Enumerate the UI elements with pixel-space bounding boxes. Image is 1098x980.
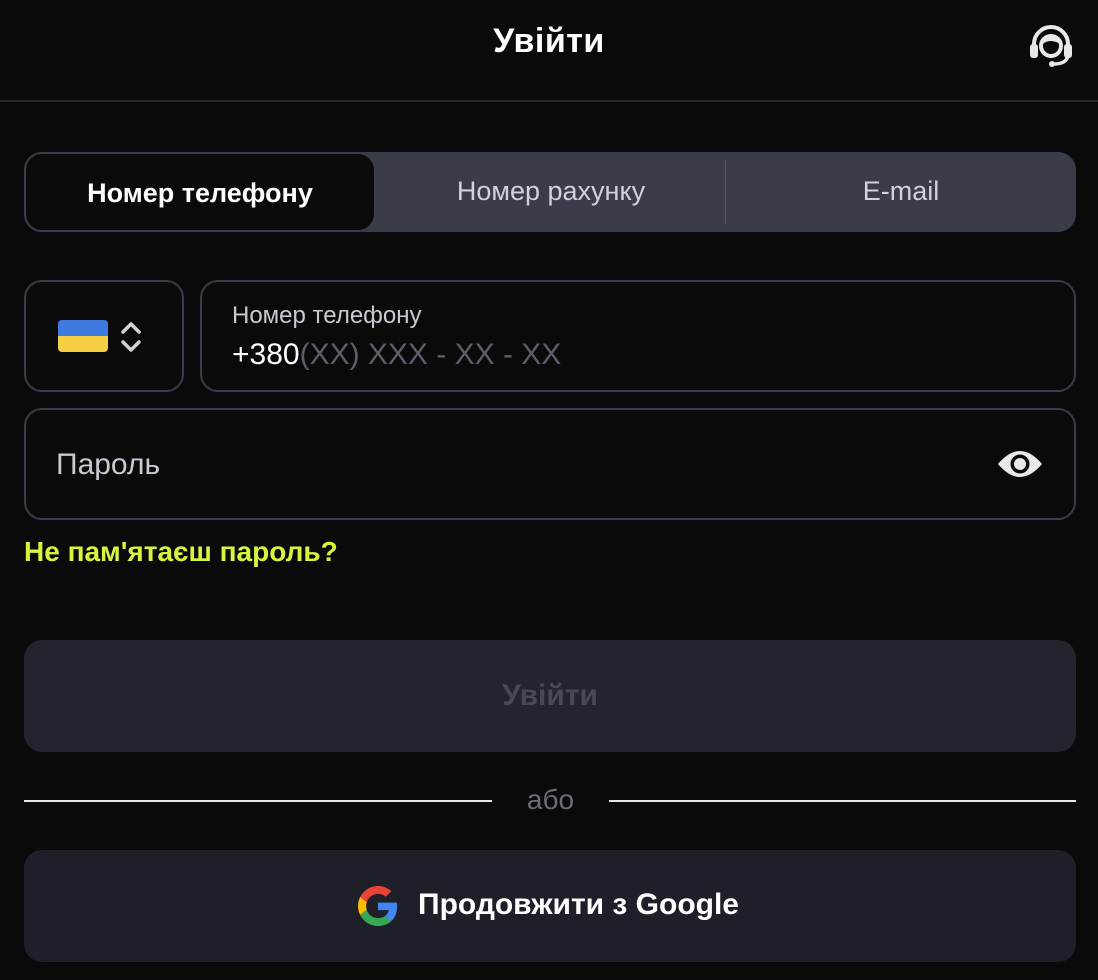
separator-line-left (24, 800, 492, 802)
chevron-up-down-icon (121, 322, 141, 352)
google-login-button[interactable]: Продовжити з Google (24, 850, 1076, 962)
eye-icon (998, 451, 1042, 477)
phone-mask-placeholder: (XX) XXX - XX - XX (299, 338, 562, 371)
phone-input[interactable]: Номер телефону +380(XX) XXX - XX - XX (200, 280, 1076, 392)
forgot-password-link[interactable]: Не пам'ятаєш пароль? (24, 536, 338, 568)
password-input[interactable]: Пароль (24, 408, 1076, 520)
tab-email[interactable]: E-mail (726, 152, 1076, 232)
separator-line-right (609, 800, 1076, 802)
ukraine-flag-icon (58, 320, 108, 352)
page-title: Увійти (493, 22, 605, 60)
password-placeholder: Пароль (56, 448, 161, 481)
phone-prefix: +380 (232, 338, 300, 371)
login-button[interactable]: Увійти (24, 640, 1076, 752)
show-password-button[interactable] (996, 446, 1044, 482)
country-code-select[interactable] (24, 280, 184, 392)
support-button[interactable] (1026, 22, 1076, 70)
tab-account-number[interactable]: Номер рахунку (376, 152, 726, 232)
google-button-label: Продовжити з Google (418, 888, 739, 921)
separator-text: або (526, 784, 575, 815)
tab-phone-number[interactable]: Номер телефону (24, 152, 376, 232)
header: Увійти (0, 0, 1098, 102)
headset-icon (1030, 25, 1072, 67)
google-icon (358, 886, 398, 926)
phone-input-label: Номер телефону (232, 302, 422, 329)
login-method-tabs: Номер рахунку E-mail Номер телефону (24, 152, 1076, 232)
phone-input-value: +380(XX) XXX - XX - XX (232, 338, 561, 372)
